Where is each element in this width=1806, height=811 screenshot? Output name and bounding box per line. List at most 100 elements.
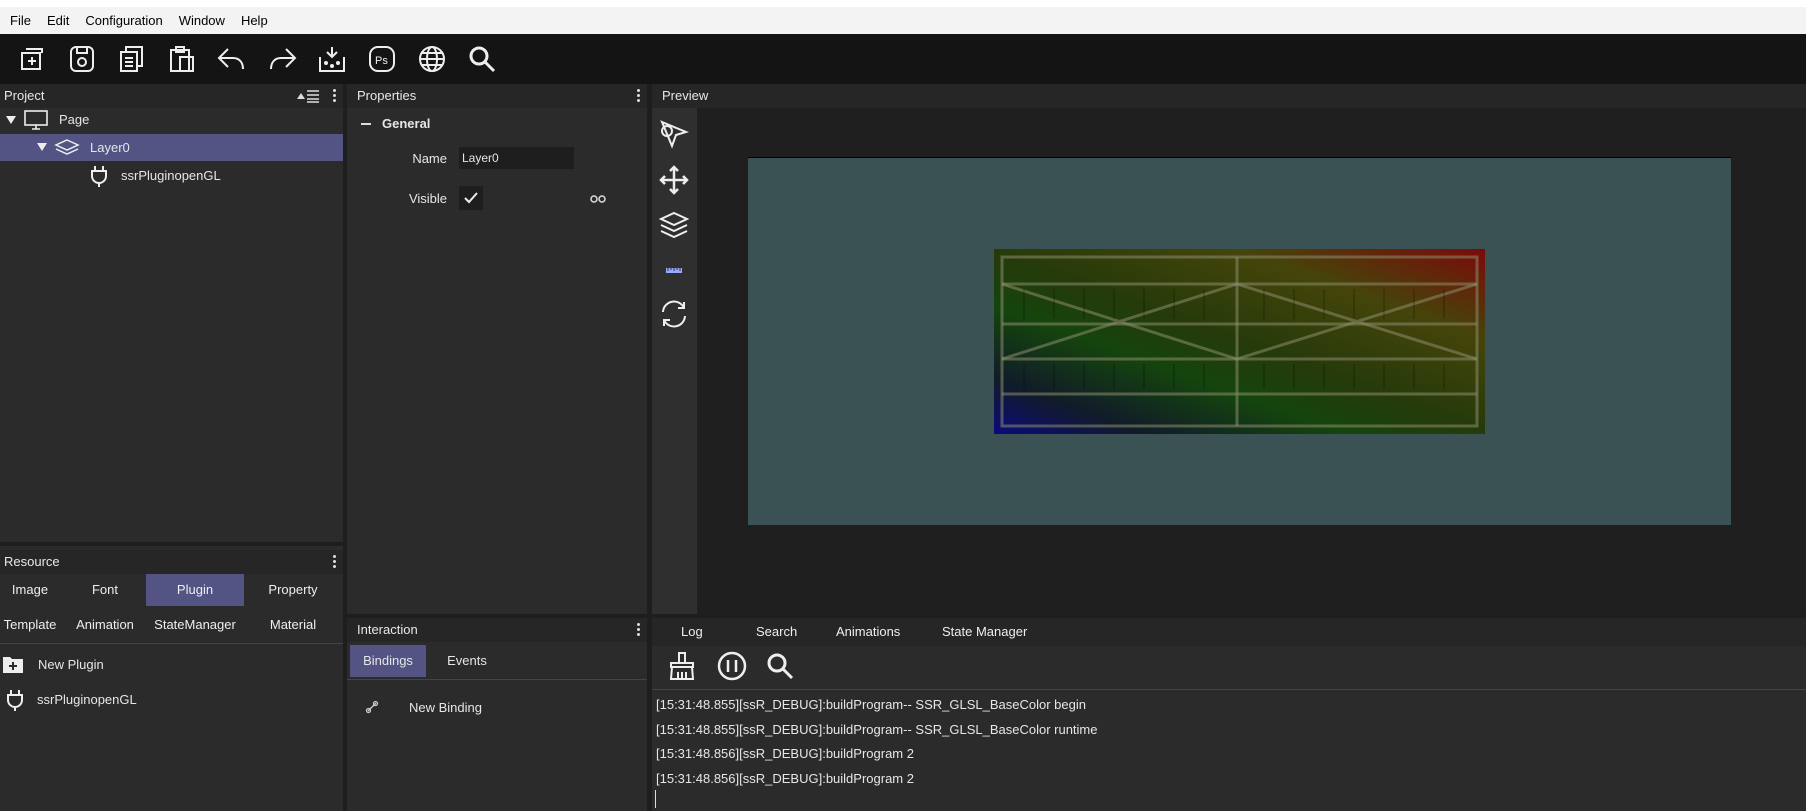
- divider: [652, 689, 1806, 690]
- tab-property[interactable]: Property: [252, 574, 334, 606]
- link-icon: [365, 700, 379, 714]
- log-panel: Log Search Animations State Manager [15:…: [652, 618, 1806, 811]
- main-toolbar: Ps: [0, 34, 1806, 84]
- checkmark-icon: [464, 192, 478, 204]
- tree-item-page[interactable]: Page: [0, 106, 343, 133]
- tab-bindings[interactable]: Bindings: [350, 645, 426, 677]
- new-plugin-button[interactable]: New Plugin: [0, 651, 343, 679]
- search-log-button[interactable]: [764, 650, 796, 682]
- pause-log-button[interactable]: [716, 650, 748, 682]
- undo-icon: [217, 48, 244, 70]
- undo-button[interactable]: [208, 36, 256, 82]
- move-icon: [659, 165, 689, 195]
- refresh-tool-button[interactable]: [656, 296, 692, 332]
- menu-bar: File Edit Configuration Window Help: [0, 7, 1806, 34]
- expand-arrow-icon[interactable]: [37, 143, 47, 151]
- interaction-panel-title: Interaction: [357, 622, 418, 637]
- menu-file[interactable]: File: [2, 8, 39, 34]
- interaction-menu-icon[interactable]: [637, 623, 641, 637]
- text-cursor: [655, 790, 656, 808]
- new-page-icon: [21, 48, 43, 70]
- move-tool-button[interactable]: [656, 162, 692, 198]
- save-icon: [70, 46, 94, 72]
- properties-menu-icon[interactable]: [637, 89, 641, 103]
- layers-icon: [54, 139, 80, 155]
- select-tool-button[interactable]: [656, 116, 692, 152]
- tab-image[interactable]: Image: [0, 574, 60, 606]
- link-icon[interactable]: [590, 194, 606, 204]
- photoshop-icon: Ps: [369, 46, 395, 72]
- menu-window[interactable]: Window: [171, 8, 233, 34]
- tab-plugin[interactable]: Plugin: [146, 574, 244, 606]
- menu-help[interactable]: Help: [233, 8, 276, 34]
- tab-log[interactable]: Log: [681, 618, 703, 646]
- tab-material[interactable]: Material: [252, 609, 334, 641]
- tab-events[interactable]: Events: [432, 645, 502, 677]
- tab-search[interactable]: Search: [756, 618, 797, 646]
- project-panel-title: Project: [4, 88, 45, 103]
- tab-state-manager[interactable]: State Manager: [942, 618, 1027, 646]
- menu-edit[interactable]: Edit: [39, 8, 77, 34]
- group-general[interactable]: General: [361, 114, 561, 134]
- new-binding-button[interactable]: New Binding: [347, 694, 647, 720]
- tree-item-layer0[interactable]: Layer0: [0, 134, 343, 161]
- new-page-button[interactable]: [8, 36, 56, 82]
- divider: [347, 679, 647, 680]
- resource-panel-header: Resource: [0, 550, 343, 574]
- name-field[interactable]: Layer0: [459, 147, 574, 169]
- title-bar: [0, 0, 1806, 7]
- pointer-icon: [660, 120, 689, 149]
- layers-tool-button[interactable]: [656, 207, 692, 243]
- new-binding-label: New Binding: [409, 700, 482, 715]
- copy-icon: [120, 46, 143, 72]
- tab-animations[interactable]: Animations: [836, 618, 900, 646]
- globe-button[interactable]: [408, 36, 456, 82]
- ruler-tool-button[interactable]: [656, 252, 692, 288]
- tree-item-plugin[interactable]: ssrPluginopenGL: [0, 162, 343, 189]
- ruler-icon: [666, 268, 682, 273]
- log-line: [15:31:48.856][ssR_DEBUG]:buildProgram 2: [656, 771, 914, 786]
- properties-panel: Properties General Name Layer0 Visible: [347, 84, 647, 614]
- preview-panel-title: Preview: [662, 88, 709, 103]
- project-menu-icon[interactable]: [333, 89, 337, 103]
- search-icon: [469, 46, 496, 73]
- monitor-icon: [24, 110, 48, 130]
- save-button[interactable]: [58, 36, 106, 82]
- redo-button[interactable]: [258, 36, 306, 82]
- plugin-render-image[interactable]: [994, 249, 1485, 434]
- menu-configuration[interactable]: Configuration: [77, 8, 170, 34]
- tab-template[interactable]: Template: [0, 609, 60, 641]
- visible-checkbox[interactable]: [459, 186, 483, 210]
- interaction-panel-header: Interaction: [347, 618, 647, 642]
- clear-log-button[interactable]: [666, 650, 698, 682]
- log-line: [15:31:48.856][ssR_DEBUG]:buildProgram 2: [656, 746, 914, 761]
- broom-icon: [669, 652, 695, 680]
- export-button[interactable]: [308, 36, 356, 82]
- interaction-panel: Interaction Bindings Events New Binding: [347, 618, 647, 811]
- properties-panel-title: Properties: [357, 88, 417, 103]
- resource-item[interactable]: ssrPluginopenGL: [0, 686, 343, 714]
- project-panel-header: Project: [0, 84, 343, 108]
- plug-icon: [7, 690, 23, 711]
- tab-font[interactable]: Font: [74, 574, 136, 606]
- refresh-icon: [662, 300, 686, 328]
- expand-arrow-icon[interactable]: [6, 116, 16, 124]
- texture-pattern: [994, 249, 1485, 434]
- collapse-icon[interactable]: [361, 123, 371, 125]
- log-line: [15:31:48.855][ssR_DEBUG]:buildProgram--…: [656, 697, 1086, 712]
- sort-list-icon[interactable]: [297, 89, 319, 103]
- splitter-horizontal[interactable]: [0, 542, 343, 546]
- search-button[interactable]: [458, 36, 506, 82]
- tree-item-label: Page: [59, 112, 90, 127]
- resource-panel-title: Resource: [4, 554, 60, 569]
- tab-statemanager[interactable]: StateManager: [146, 609, 244, 641]
- paste-button[interactable]: [158, 36, 206, 82]
- copy-button[interactable]: [108, 36, 156, 82]
- tab-animation[interactable]: Animation: [70, 609, 140, 641]
- resource-menu-icon[interactable]: [333, 555, 337, 569]
- photoshop-button[interactable]: Ps: [358, 36, 406, 82]
- layers-icon: [658, 211, 690, 239]
- visible-label: Visible: [408, 191, 447, 206]
- properties-panel-header: Properties: [347, 84, 647, 108]
- search-icon: [767, 653, 794, 680]
